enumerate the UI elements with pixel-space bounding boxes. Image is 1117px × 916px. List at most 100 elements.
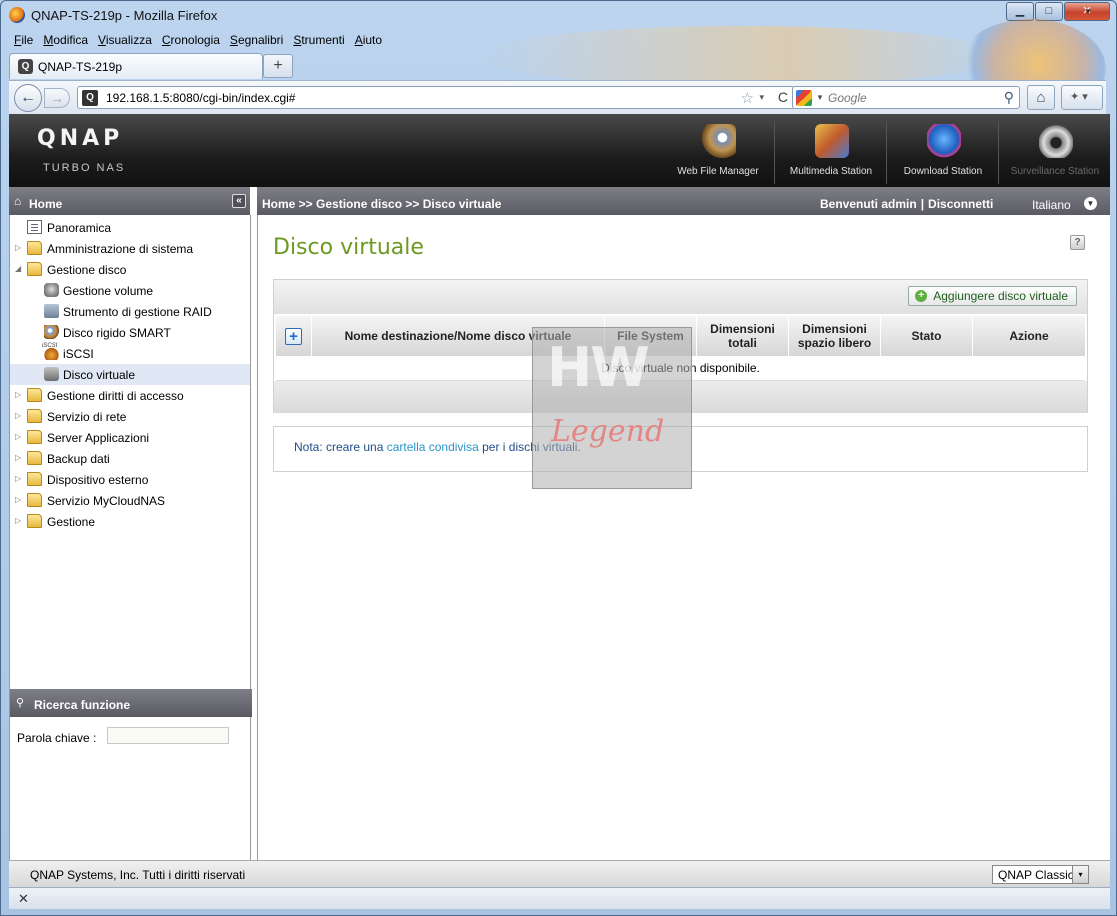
- sidebar-item-diritti-accesso[interactable]: ▷ Gestione diritti di accesso: [10, 385, 250, 406]
- welcome-area: Benvenuti admin | Disconnetti: [820, 197, 993, 211]
- smart-disk-icon: [44, 325, 59, 339]
- chevron-down-icon[interactable]: ▾: [1072, 866, 1088, 883]
- breadcrumb: Home >> Gestione disco >> Disco virtuale: [262, 197, 502, 211]
- status-bar: ✕: [9, 887, 1110, 909]
- tab-qnap[interactable]: Q QNAP-TS-219p: [9, 53, 263, 79]
- sidebar-item-gestione-disco[interactable]: ◢ Gestione disco: [10, 259, 250, 280]
- sidebar-item-smart[interactable]: Disco rigido SMART: [10, 322, 250, 343]
- menu-aiuto[interactable]: Aiuto: [350, 31, 387, 51]
- folder-icon: [27, 430, 42, 444]
- app-label: Web File Manager: [677, 166, 759, 177]
- back-button[interactable]: ←: [14, 84, 42, 112]
- search-icon[interactable]: ⚲: [1004, 89, 1014, 106]
- expand-arrow-icon[interactable]: ▷: [15, 390, 21, 399]
- firefox-icon: [9, 7, 25, 23]
- help-icon[interactable]: ?: [1070, 235, 1085, 250]
- page-title: Disco virtuale: [273, 235, 424, 260]
- folder-icon: [27, 493, 42, 507]
- url-history-dropdown-icon[interactable]: ▾: [759, 92, 764, 103]
- expand-arrow-icon[interactable]: ▷: [15, 453, 21, 462]
- sidebar-item-amministrazione[interactable]: ▷ Amministrazione di sistema: [10, 238, 250, 259]
- language-label[interactable]: Italiano: [1032, 198, 1071, 212]
- extension-button[interactable]: ✦ ▾: [1061, 85, 1103, 110]
- home-button[interactable]: ⌂: [1027, 85, 1055, 110]
- sidebar-item-dispositivo-esterno[interactable]: ▷ Dispositivo esterno: [10, 469, 250, 490]
- plus-icon[interactable]: +: [285, 327, 302, 345]
- sidebar-item-mycloudnas[interactable]: ▷ Servizio MyCloudNAS: [10, 490, 250, 511]
- address-bar[interactable]: Q 192.168.1.5:8080/cgi-bin/index.cgi# ☆ …: [77, 86, 795, 109]
- engine-dropdown-icon[interactable]: ▼: [816, 93, 824, 102]
- back-forward-group: → ←: [14, 84, 70, 112]
- folder-open-icon: [27, 262, 42, 276]
- app-label: Multimedia Station: [789, 166, 873, 177]
- expand-arrow-icon[interactable]: ▷: [15, 243, 21, 252]
- search-bar[interactable]: ▼ Google ⚲: [792, 86, 1020, 109]
- site-identity-icon[interactable]: Q: [82, 90, 98, 106]
- menu-strumenti[interactable]: Strumenti: [288, 31, 349, 51]
- tab-label: QNAP-TS-219p: [38, 60, 123, 74]
- menu-visualizza[interactable]: Visualizza: [93, 31, 157, 51]
- qnap-subtitle: TURBO NAS: [43, 162, 126, 174]
- sidebar-item-label: Panoramica: [47, 221, 112, 235]
- app-surveillance-station[interactable]: Surveillance Station: [998, 122, 1110, 184]
- app-multimedia-station[interactable]: Multimedia Station: [774, 122, 886, 184]
- app-web-file-manager[interactable]: Web File Manager: [662, 122, 774, 184]
- column-header-action[interactable]: Azione: [973, 316, 1085, 356]
- tab-list-chevron-icon[interactable]: ▼: [1084, 7, 1098, 21]
- qnap-logo: QNAP: [37, 126, 124, 151]
- sidebar-item-label: Gestione diritti di accesso: [47, 389, 184, 403]
- home-label[interactable]: Home: [29, 197, 62, 211]
- logout-link[interactable]: Disconnetti: [928, 197, 993, 211]
- sidebar-item-panoramica[interactable]: Panoramica: [10, 217, 250, 238]
- qnap-header: QNAP TURBO NAS Web File Manager Multimed…: [9, 114, 1110, 187]
- expand-arrow-icon[interactable]: ▷: [15, 411, 21, 420]
- google-engine-icon[interactable]: [796, 90, 812, 106]
- title-bar: QNAP-TS-219p - Mozilla Firefox ▁ □ ✕: [1, 1, 1116, 31]
- sidebar-item-label: Gestione disco: [47, 263, 127, 277]
- column-header-free-space[interactable]: Dimensioni spazio libero: [789, 316, 881, 356]
- keyword-input[interactable]: [107, 727, 229, 744]
- sidebar-item-iscsi[interactable]: iSCSI: [10, 343, 250, 364]
- menu-segnalibri[interactable]: Segnalibri: [225, 31, 288, 51]
- sidebar-item-backup-dati[interactable]: ▷ Backup dati: [10, 448, 250, 469]
- app-download-station[interactable]: Download Station: [886, 122, 998, 184]
- collapse-sidebar-button[interactable]: «: [232, 194, 246, 208]
- sidebar-item-disco-virtuale[interactable]: Disco virtuale: [10, 364, 250, 385]
- sidebar-item-raid[interactable]: Strumento di gestione RAID: [10, 301, 250, 322]
- expand-arrow-icon[interactable]: ▷: [15, 495, 21, 504]
- multimedia-station-icon: [815, 124, 849, 158]
- menu-cronologia[interactable]: Cronologia: [157, 31, 225, 51]
- collapse-arrow-icon[interactable]: ◢: [15, 264, 21, 273]
- sidebar-item-label: Disco virtuale: [63, 368, 136, 382]
- sidebar-item-server-applicazioni[interactable]: ▷ Server Applicazioni: [10, 427, 250, 448]
- raid-tool-icon: [44, 304, 59, 318]
- shared-folder-link[interactable]: cartella condivisa: [387, 440, 479, 454]
- expand-arrow-icon[interactable]: ▷: [15, 516, 21, 525]
- theme-select[interactable]: QNAP Classic ▾: [992, 865, 1089, 884]
- column-header-total-size[interactable]: Dimensioni totali: [697, 316, 789, 356]
- add-virtual-disk-button[interactable]: + Aggiungere disco virtuale: [908, 286, 1077, 306]
- sidebar-item-gestione[interactable]: ▷ Gestione: [10, 511, 250, 532]
- language-dropdown-icon[interactable]: ▼: [1084, 197, 1097, 210]
- forward-button[interactable]: →: [44, 88, 70, 108]
- reload-icon[interactable]: C: [778, 89, 788, 105]
- menu-file[interactable]: File: [9, 31, 38, 51]
- expand-arrow-icon[interactable]: ▷: [15, 474, 21, 483]
- expand-arrow-icon[interactable]: ▷: [15, 432, 21, 441]
- menu-bar: File Modifica Visualizza Cronologia Segn…: [9, 31, 387, 51]
- sidebar-item-gestione-volume[interactable]: Gestione volume: [10, 280, 250, 301]
- maximize-button[interactable]: □: [1035, 2, 1063, 21]
- header-add-cell: +: [276, 316, 312, 356]
- bookmark-star-icon[interactable]: ☆: [741, 89, 754, 107]
- new-tab-button[interactable]: +: [263, 54, 293, 78]
- sidebar-item-label: Server Applicazioni: [47, 431, 150, 445]
- function-search-title: Ricerca funzione: [34, 698, 131, 712]
- menu-modifica[interactable]: Modifica: [38, 31, 93, 51]
- sidebar-item-servizio-rete[interactable]: ▷ Servizio di rete: [10, 406, 250, 427]
- column-header-status[interactable]: Stato: [881, 316, 973, 356]
- app-label: Surveillance Station: [1010, 166, 1100, 177]
- iscsi-icon: [42, 343, 59, 360]
- close-statusbar-icon[interactable]: ✕: [18, 891, 29, 907]
- sidebar-item-label: Backup dati: [47, 452, 110, 466]
- virtual-disk-icon: [44, 367, 59, 381]
